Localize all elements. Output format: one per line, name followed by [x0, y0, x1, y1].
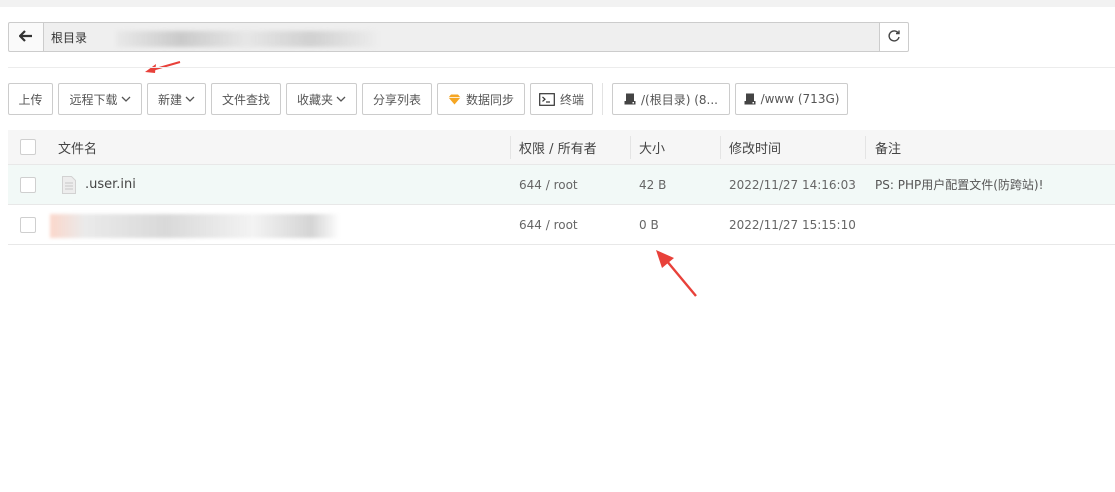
header-note[interactable]: 备注	[875, 130, 901, 164]
file-table: 文件名 权限 / 所有者 大小 修改时间 备注 .user.ini 644 / …	[8, 130, 1115, 245]
file-mtime: 2022/11/27 15:15:10	[729, 217, 856, 232]
select-all-cell	[20, 130, 36, 164]
chevron-down-icon	[336, 92, 346, 106]
select-all-checkbox[interactable]	[20, 139, 36, 155]
new-button[interactable]: 新建	[147, 83, 206, 115]
back-button[interactable]	[8, 22, 44, 52]
file-name-cell: .user.ini	[62, 165, 136, 204]
diamond-icon	[448, 94, 461, 105]
upload-label: 上传	[18, 92, 43, 107]
file-mtime: 2022/11/27 14:16:03	[729, 177, 856, 192]
new-label: 新建	[157, 92, 182, 107]
data-sync-label: 数据同步	[465, 92, 514, 107]
back-arrow-icon	[18, 29, 33, 45]
upload-button[interactable]: 上传	[8, 83, 53, 115]
row-checkbox[interactable]	[20, 216, 36, 233]
file-perm[interactable]: 644 / root	[519, 165, 578, 204]
file-icon	[62, 175, 76, 194]
header-size[interactable]: 大小	[639, 130, 665, 164]
refresh-icon	[887, 29, 901, 46]
file-name[interactable]: .user.ini	[85, 177, 136, 192]
disk-root-button[interactable]: /(根目录) (8...	[612, 83, 730, 115]
share-list-button[interactable]: 分享列表	[362, 83, 432, 115]
header-mtime[interactable]: 修改时间	[729, 130, 781, 164]
file-note[interactable]: PS: PHP用户配置文件(防跨站)!	[875, 165, 1043, 204]
annotation-arrow	[656, 250, 697, 297]
disk-www-label: /www (713G)	[760, 92, 840, 106]
file-search-label: 文件查找	[221, 92, 270, 107]
header-perm[interactable]: 权限 / 所有者	[519, 130, 597, 164]
disk-icon	[744, 93, 756, 105]
redacted-path	[116, 31, 376, 47]
column-separator	[865, 136, 866, 159]
chevron-down-icon	[121, 92, 131, 106]
disk-www-button[interactable]: /www (713G)	[735, 83, 848, 115]
file-perm[interactable]: 644 / root	[519, 205, 578, 244]
file-size: 42 B	[639, 177, 667, 192]
file-size: 0 B	[639, 217, 659, 232]
toolbar: 上传 远程下载 新建 文件查找 收藏夹 分享列表 数据同步 终端 /(根目录) …	[8, 83, 853, 115]
remote-download-label: 远程下载	[69, 92, 118, 107]
share-list-label: 分享列表	[372, 92, 421, 107]
table-row[interactable]: 644 / root 0 B 2022/11/27 15:15:10	[8, 205, 1115, 245]
refresh-button[interactable]	[879, 22, 909, 52]
column-separator	[720, 136, 721, 159]
redacted-file-name	[50, 214, 340, 238]
column-separator	[510, 136, 511, 159]
disk-root-label: /(根目录) (8...	[641, 92, 718, 107]
row-checkbox[interactable]	[20, 176, 36, 193]
column-separator	[630, 136, 631, 159]
chevron-down-icon	[185, 92, 195, 106]
table-header: 文件名 权限 / 所有者 大小 修改时间 备注	[8, 130, 1115, 165]
path-segment-root[interactable]: 根目录	[51, 29, 87, 46]
toolbar-separator	[602, 83, 603, 115]
path-bar: 根目录	[8, 22, 909, 52]
row-checkbox-cell	[20, 165, 36, 204]
favorites-button[interactable]: 收藏夹	[286, 83, 357, 115]
row-checkbox-cell	[20, 205, 36, 244]
path-input[interactable]: 根目录	[44, 22, 879, 52]
top-strip	[0, 0, 1115, 7]
table-row[interactable]: .user.ini 644 / root 42 B 2022/11/27 14:…	[8, 165, 1115, 205]
data-sync-button[interactable]: 数据同步	[437, 83, 525, 115]
terminal-button[interactable]: 终端	[530, 83, 593, 115]
terminal-label: 终端	[560, 92, 585, 107]
annotation-arrow	[145, 61, 181, 73]
terminal-icon	[539, 92, 555, 106]
disk-icon	[624, 93, 636, 105]
divider	[8, 67, 1115, 68]
favorites-label: 收藏夹	[296, 92, 333, 107]
header-name[interactable]: 文件名	[58, 130, 97, 164]
remote-download-button[interactable]: 远程下载	[58, 83, 142, 115]
file-search-button[interactable]: 文件查找	[211, 83, 281, 115]
